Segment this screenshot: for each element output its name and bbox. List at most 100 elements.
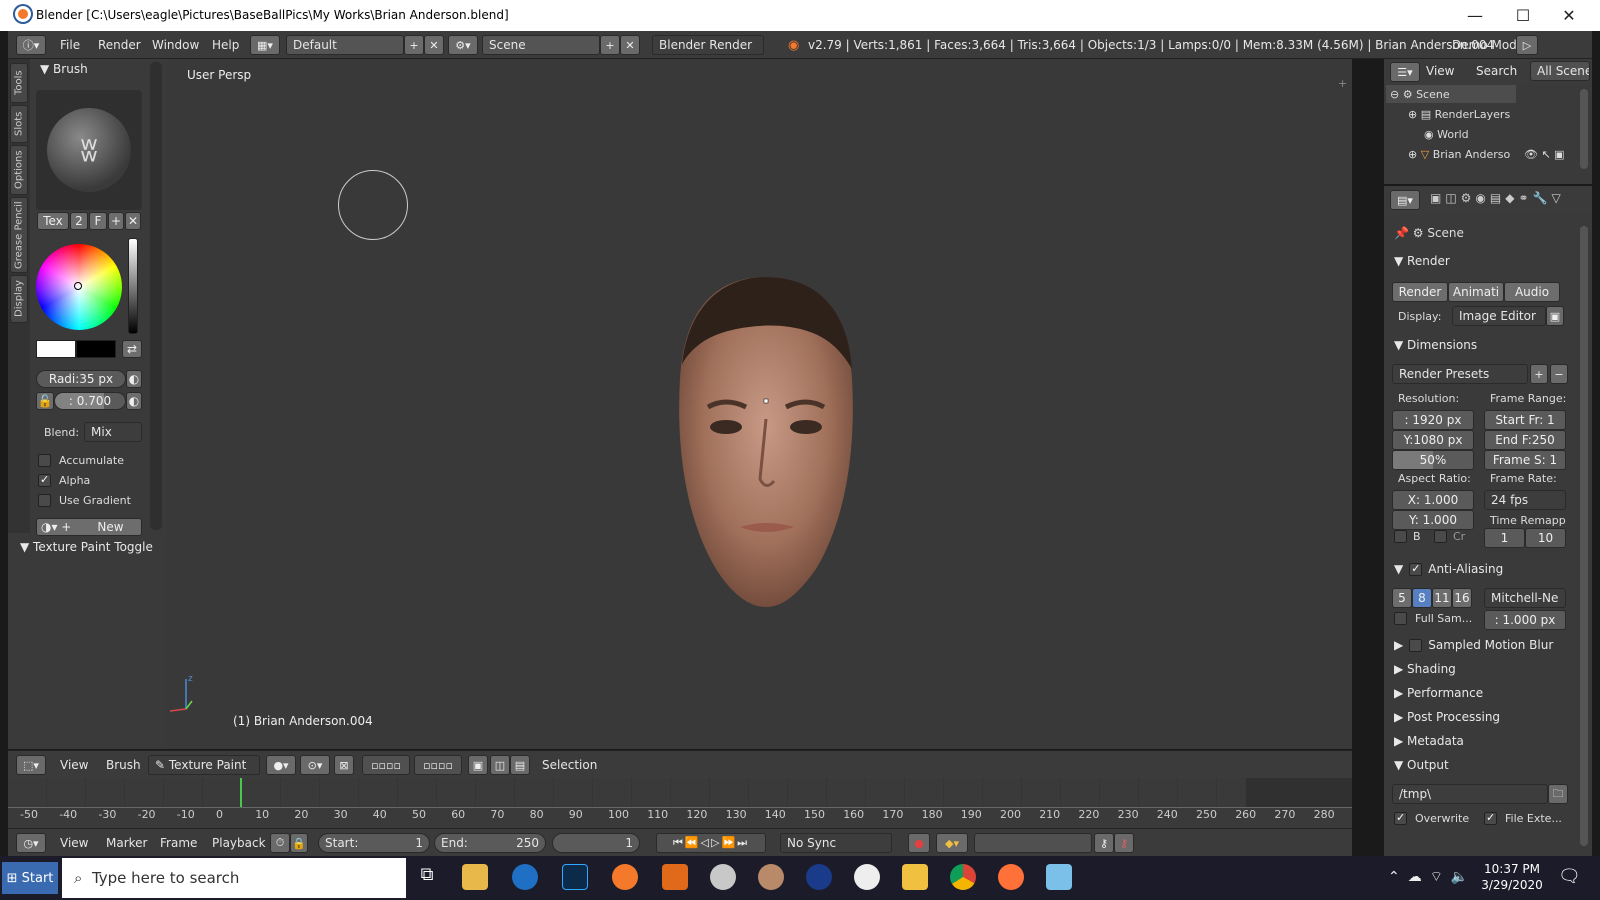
timeline-menu-frame[interactable]: Frame xyxy=(160,836,197,850)
render-engine-select[interactable]: Blender Render xyxy=(652,35,764,55)
object-visibility-icons[interactable]: 👁 ↖ ▣ xyxy=(1524,148,1565,161)
tool-shelf-scrollbar[interactable] xyxy=(150,62,162,530)
use-gradient-checkbox[interactable] xyxy=(38,494,51,507)
filter-size-field[interactable]: : 1.000 px xyxy=(1484,610,1566,630)
properties-editor-type-icon[interactable]: ▤▾ xyxy=(1390,190,1420,210)
remap-new-field[interactable]: 10 xyxy=(1525,528,1566,548)
crop-checkbox[interactable] xyxy=(1434,530,1447,543)
display-select[interactable]: Image Editor xyxy=(1452,306,1546,326)
mail-app-icon[interactable] xyxy=(902,864,928,890)
resolution-x-field[interactable]: : 1920 px xyxy=(1392,410,1474,430)
dimensions-panel-header[interactable]: ▼ Dimensions xyxy=(1394,338,1477,352)
anti-aliasing-panel-header[interactable]: ▼ Anti-Aliasing xyxy=(1394,562,1503,576)
timeline-editor-type-icon[interactable]: ◷▾ xyxy=(16,833,46,853)
delete-keyframe-icon[interactable]: ⚷ xyxy=(1114,833,1134,853)
outliner-item-world[interactable]: ◉ World xyxy=(1424,128,1469,141)
sync-select[interactable]: No Sync xyxy=(780,833,892,853)
add-scene-icon[interactable]: + xyxy=(600,35,620,55)
full-sample-row[interactable]: Full Sam... xyxy=(1394,612,1472,625)
strength-field[interactable]: : 0.700 xyxy=(54,392,126,410)
tab-display[interactable]: Display xyxy=(10,275,28,323)
overwrite-row[interactable]: Overwrite xyxy=(1394,812,1469,825)
viewport-editor-type-icon[interactable]: ⬚▾ xyxy=(16,755,46,775)
audio-button[interactable]: Audio xyxy=(1504,282,1560,302)
mode-select[interactable]: ✎ Texture Paint xyxy=(148,755,260,775)
edge-browser-icon[interactable] xyxy=(512,864,538,890)
screen-layout-icon[interactable]: ▦▾ xyxy=(250,35,280,55)
remove-scene-icon[interactable]: ✕ xyxy=(620,35,640,55)
shading-panel-header[interactable]: ▶ Shading xyxy=(1394,662,1456,676)
brush-users-count[interactable]: 2 xyxy=(70,212,88,230)
start-frame-prop-field[interactable]: Start Fr: 1 xyxy=(1484,410,1566,430)
remove-preset-icon[interactable]: − xyxy=(1550,364,1568,384)
keying-set-icon[interactable]: ◆▾ xyxy=(936,833,968,853)
accumulate-row[interactable]: Accumulate xyxy=(38,454,124,467)
menu-help[interactable]: Help xyxy=(212,38,239,52)
add-brush-icon[interactable]: + xyxy=(108,212,124,230)
mlb-app-icon[interactable] xyxy=(854,864,880,890)
aspect-x-field[interactable]: X: 1.000 xyxy=(1392,490,1474,510)
tab-slots[interactable]: Slots xyxy=(10,105,28,143)
swap-colors-icon[interactable]: ⇄ xyxy=(122,340,142,358)
mask-icon[interactable]: ⊠ xyxy=(334,755,354,775)
accumulate-checkbox[interactable] xyxy=(38,454,51,467)
full-sample-checkbox[interactable] xyxy=(1394,612,1407,625)
clock-time[interactable]: 10:37 PM xyxy=(1480,862,1544,876)
lock-range-icon[interactable]: 🔒 xyxy=(290,833,308,853)
layers-left-icon[interactable]: ▫▫▫▫ xyxy=(362,755,410,775)
crop-row[interactable]: Cr xyxy=(1434,530,1465,543)
add-preset-icon[interactable]: + xyxy=(1530,364,1548,384)
clock-date[interactable]: 3/29/2020 xyxy=(1480,878,1544,892)
primary-color-swatch[interactable] xyxy=(36,340,76,358)
outliner-item-object[interactable]: ⊕ ▽ Brian Anderso xyxy=(1408,148,1510,161)
frame-rate-select[interactable]: 24 fps xyxy=(1484,490,1566,510)
3d-viewport[interactable]: User Persp z (1) Brian Anderson.004 + xyxy=(166,59,1352,749)
brush-tex-field[interactable]: Tex xyxy=(37,212,69,230)
performance-panel-header[interactable]: ▶ Performance xyxy=(1394,686,1483,700)
timeline-menu-view[interactable]: View xyxy=(60,836,88,850)
tab-options[interactable]: Options xyxy=(10,145,28,195)
timeline[interactable] xyxy=(8,778,1352,828)
scene-icon[interactable]: ⚙▾ xyxy=(448,35,478,55)
motion-blur-panel-header[interactable]: ▶ Sampled Motion Blur xyxy=(1394,638,1553,652)
strength-pressure-icon[interactable]: ◐ xyxy=(126,392,142,410)
scene-field[interactable]: Scene xyxy=(482,35,600,55)
viewport-corner-widget-icon[interactable]: + xyxy=(1338,77,1347,90)
tab-tools[interactable]: Tools xyxy=(10,63,28,103)
play-icon[interactable]: ▷ xyxy=(1516,35,1538,55)
editor-type-info-icon[interactable]: ⓘ▾ xyxy=(16,35,46,55)
metadata-panel-header[interactable]: ▶ Metadata xyxy=(1394,734,1464,748)
insert-keyframe-icon[interactable]: ⚷ xyxy=(1094,833,1114,853)
tab-grease-pencil[interactable]: Grease Pencil xyxy=(10,197,28,273)
outliner-display-select[interactable]: All Scenes xyxy=(1530,61,1590,81)
output-path-field[interactable]: /tmp\ xyxy=(1392,784,1548,804)
add-layout-icon[interactable]: + xyxy=(404,35,424,55)
outliner-item-renderlayers[interactable]: ⊕ ▤ RenderLayers xyxy=(1408,108,1510,121)
aa-samples-16[interactable]: 16 xyxy=(1452,588,1472,608)
radius-field[interactable]: Radi:35 px xyxy=(36,370,126,388)
properties-context-tabs[interactable]: ▣◫⚙◉▤◆⚭🔧▽ xyxy=(1430,191,1586,209)
render-animation-button[interactable]: Animati xyxy=(1448,282,1504,302)
brush-panel-header[interactable]: ▼ Brush xyxy=(40,62,88,76)
display-lock-icon[interactable]: ▣ xyxy=(1546,306,1564,326)
file-extensions-checkbox[interactable] xyxy=(1484,812,1497,825)
color-picker-cursor[interactable] xyxy=(74,282,82,290)
face-app-icon[interactable] xyxy=(758,864,784,890)
aa-samples-8[interactable]: 8 xyxy=(1412,588,1432,608)
aa-samples-5[interactable]: 5 xyxy=(1392,588,1412,608)
task-view-icon[interactable]: ⧉ xyxy=(414,864,440,890)
unlink-brush-icon[interactable]: ✕ xyxy=(125,212,141,230)
end-frame-field[interactable]: End: 250 xyxy=(434,833,546,853)
menu-view[interactable]: View xyxy=(60,758,88,772)
outliner-item-scene[interactable]: ⊖ ⚙ Scene xyxy=(1390,88,1450,101)
remap-old-field[interactable]: 1 xyxy=(1484,528,1525,548)
properties-scrollbar[interactable] xyxy=(1580,226,1588,846)
maximize-button[interactable]: ☐ xyxy=(1500,0,1546,31)
layer-lock-icon[interactable]: ▣ xyxy=(468,755,488,775)
render-preview-icon[interactable]: ◫ xyxy=(490,755,510,775)
frame-step-field[interactable]: Frame S: 1 xyxy=(1484,450,1566,470)
start-button[interactable]: ⊞ Start xyxy=(2,862,58,894)
value-slider[interactable] xyxy=(128,238,138,334)
aa-filter-select[interactable]: Mitchell-Ne xyxy=(1484,588,1566,608)
file-explorer-icon[interactable] xyxy=(462,864,488,890)
